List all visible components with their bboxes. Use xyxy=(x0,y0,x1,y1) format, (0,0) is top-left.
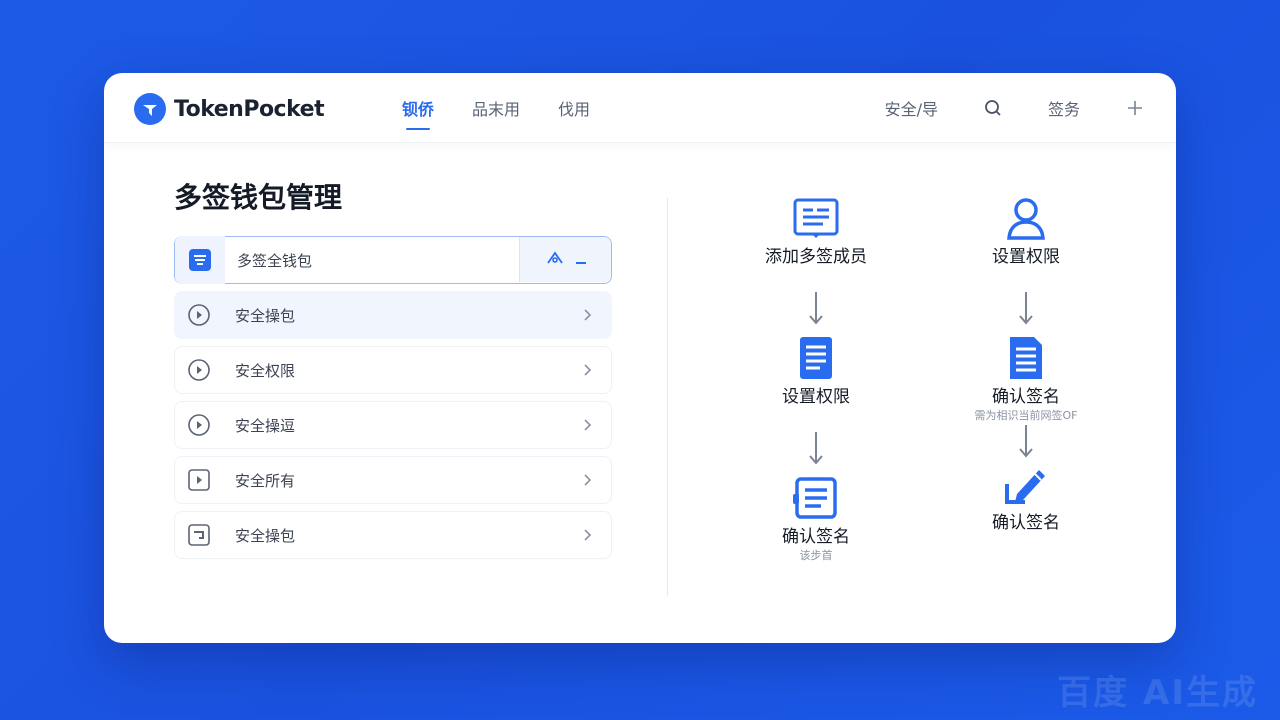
list-item[interactable]: 安全操包 xyxy=(174,291,612,339)
list-item[interactable]: 安全操包 xyxy=(174,511,612,559)
play-circle-icon xyxy=(175,346,223,394)
flow-step-label: 确认签名 xyxy=(992,387,1060,407)
brand-logo[interactable]: TokenPocket xyxy=(134,93,325,125)
add-icon[interactable] xyxy=(1124,97,1146,119)
nav-tab-1[interactable]: 钡侨 xyxy=(402,73,434,143)
flow-step-sub: 该步首 xyxy=(799,549,833,562)
tokenpocket-logo-icon xyxy=(134,93,166,125)
chevron-right-icon xyxy=(583,527,593,547)
watermark: 百度 AI生成 xyxy=(1057,673,1258,713)
member-card-icon xyxy=(791,193,841,243)
list-item-label: 安全操包 xyxy=(235,526,296,545)
chevron-right-icon xyxy=(583,417,593,437)
nav-tab-2[interactable]: 品末用 xyxy=(472,73,520,143)
flow-step: 设置权限 xyxy=(941,193,1111,283)
flow-column-right: 设置权限 确认签名 需为相识当前网签OF 确认签名 xyxy=(941,193,1111,549)
arrow-down-icon xyxy=(941,423,1111,459)
list-item-label: 多签全钱包 xyxy=(237,251,313,270)
search-icon[interactable] xyxy=(982,97,1004,119)
list-item-label: 安全所有 xyxy=(235,471,296,490)
flow-step: 设置权限 xyxy=(731,333,901,423)
main-nav: 钡侨 品末用 伐用 xyxy=(402,73,628,143)
flow-step-label: 确认签名 xyxy=(992,513,1060,533)
play-square-icon xyxy=(175,456,223,504)
play-circle-icon xyxy=(175,291,223,339)
flow-step: 确认签名 xyxy=(941,459,1111,549)
section-divider xyxy=(667,198,668,596)
document-icon xyxy=(791,333,841,383)
list-item-multisig-wallet[interactable]: 多签全钱包 xyxy=(174,236,612,284)
flow-step: 确认签名 该步首 xyxy=(731,473,901,563)
flow-step-label: 设置权限 xyxy=(992,247,1060,267)
flow-step: 添加多签成员 xyxy=(731,193,901,283)
document-icon xyxy=(1001,333,1051,383)
flow-step-sub: 需为相识当前网签OF xyxy=(974,409,1078,422)
list-item[interactable]: 安全权限 xyxy=(174,346,612,394)
nav-tab-3[interactable]: 伐用 xyxy=(558,73,590,143)
arrow-down-icon xyxy=(731,283,901,333)
arrow-down-icon xyxy=(731,423,901,473)
security-guide-link[interactable]: 安全/导 xyxy=(885,96,938,120)
flow-step-label: 设置权限 xyxy=(782,387,850,407)
chevron-right-icon xyxy=(583,472,593,492)
chevron-right-icon xyxy=(583,362,593,382)
top-navigation-bar: TokenPocket 钡侨 品末用 伐用 安全/导 签务 xyxy=(104,73,1176,143)
wallet-panel: 多签钱包管理 多签全钱包 安全操包 安全权限 安全操逗 安全所有 安全操包 xyxy=(174,178,612,566)
list-item[interactable]: 安全操逗 xyxy=(174,401,612,449)
multisig-flow-diagram: 添加多签成员 设置权限 确认签名 该步首 设置权限 确认签名 需为相识当前网签O… xyxy=(704,193,1144,613)
chevron-right-icon xyxy=(583,307,593,327)
page-title: 多签钱包管理 xyxy=(174,181,343,214)
card-icon xyxy=(175,511,223,559)
minus-icon[interactable] xyxy=(575,250,586,269)
brand-name: TokenPocket xyxy=(174,96,325,122)
main-window: TokenPocket 钡侨 品末用 伐用 安全/导 签务 多签钱包管理 多签全… xyxy=(104,73,1176,643)
list-item-label: 安全权限 xyxy=(235,361,296,380)
share-icon[interactable] xyxy=(546,250,564,270)
play-circle-icon xyxy=(175,401,223,449)
flow-column-left: 添加多签成员 设置权限 确认签名 该步首 xyxy=(731,193,901,563)
list-item-label: 安全操包 xyxy=(235,306,296,325)
header-tools: 安全/导 签务 xyxy=(841,73,1146,143)
list-item-label: 安全操逗 xyxy=(235,416,296,435)
flow-step: 确认签名 需为相识当前网签OF xyxy=(941,333,1111,423)
row-actions xyxy=(519,237,611,282)
pen-sign-icon xyxy=(1001,459,1051,509)
list-item[interactable]: 安全所有 xyxy=(174,456,612,504)
list-card-icon xyxy=(791,473,841,523)
flow-step-label: 添加多签成员 xyxy=(765,247,867,267)
wallet-icon xyxy=(175,236,225,284)
user-icon xyxy=(1001,193,1051,243)
sign-service-link[interactable]: 签务 xyxy=(1048,96,1080,120)
flow-step-label: 确认签名 xyxy=(782,527,850,547)
wallet-menu-list: 多签全钱包 安全操包 安全权限 安全操逗 安全所有 安全操包 xyxy=(174,236,612,559)
arrow-down-icon xyxy=(941,283,1111,333)
